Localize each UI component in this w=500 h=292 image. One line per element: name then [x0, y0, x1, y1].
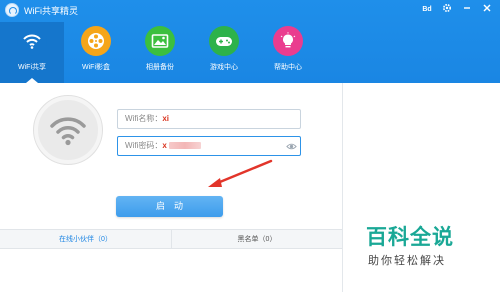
nav-item-help-center[interactable]: 帮助中心 [256, 22, 320, 83]
wifi-password-label: Wifi密码： [125, 141, 163, 150]
gear-icon[interactable] [440, 3, 454, 17]
wifi-password-field[interactable]: Wifi密码：x [117, 136, 301, 156]
header: WiFi共享精灵 Bd WiFi共享 WiFi影盒 相册备份 游戏中心 帮助中心 [0, 0, 500, 83]
wifi-status-icon [34, 96, 102, 164]
app-title: WiFi共享精灵 [24, 6, 78, 16]
tab-online-friends[interactable]: 在线小伙伴（0） [0, 230, 171, 249]
nav-item-wifi-box[interactable]: WiFi影盒 [64, 22, 128, 83]
minimize-icon[interactable] [460, 3, 474, 17]
wifi-name-field[interactable]: Wifi名称：xi [117, 109, 301, 129]
main-nav: WiFi共享 WiFi影盒 相册备份 游戏中心 帮助中心 [0, 22, 340, 83]
start-button[interactable]: 启动 [116, 196, 223, 217]
nav-label: WiFi共享 [18, 64, 46, 71]
watermark-subtitle: 助你轻松解决 [368, 255, 446, 267]
client-tabs: 在线小伙伴（0） 黑名单（0） [0, 229, 342, 249]
skin-button[interactable]: Bd [420, 3, 434, 17]
app-logo-icon [5, 3, 19, 17]
app-window: WiFi共享精灵 Bd WiFi共享 WiFi影盒 相册备份 游戏中心 帮助中心… [0, 0, 500, 292]
gamepad-icon [209, 26, 239, 56]
wifi-icon [17, 26, 47, 56]
close-icon[interactable] [480, 3, 494, 17]
password-redaction [168, 142, 201, 150]
tab-blacklist[interactable]: 黑名单（0） [171, 230, 342, 249]
watermark-title: 百科全说 [366, 226, 454, 249]
nav-item-photo-backup[interactable]: 相册备份 [128, 22, 192, 83]
annotation-arrow [208, 159, 273, 187]
nav-label: 游戏中心 [210, 64, 238, 71]
wifi-name-label: Wifi名称： [125, 114, 163, 123]
nav-label: WiFi影盒 [82, 64, 110, 71]
wifi-share-panel: Wifi名称：xi Wifi密码：x 启动 在线小伙伴（0） 黑名单（0） [0, 83, 342, 292]
eye-icon[interactable] [286, 141, 297, 152]
title-bar: WiFi共享精灵 Bd [0, 0, 500, 20]
window-controls: Bd [420, 3, 494, 17]
lightbulb-icon [273, 26, 303, 56]
wifi-name-value: xi [162, 114, 169, 123]
nav-label: 帮助中心 [274, 64, 302, 71]
nav-item-wifi-share[interactable]: WiFi共享 [0, 22, 64, 83]
nav-label: 相册备份 [146, 64, 174, 71]
film-reel-icon [81, 26, 111, 56]
nav-item-game-center[interactable]: 游戏中心 [192, 22, 256, 83]
photo-icon [145, 26, 175, 56]
watermark: 百科全说 助你轻松解决 [366, 221, 466, 268]
wifi-password-value: x [162, 141, 167, 150]
